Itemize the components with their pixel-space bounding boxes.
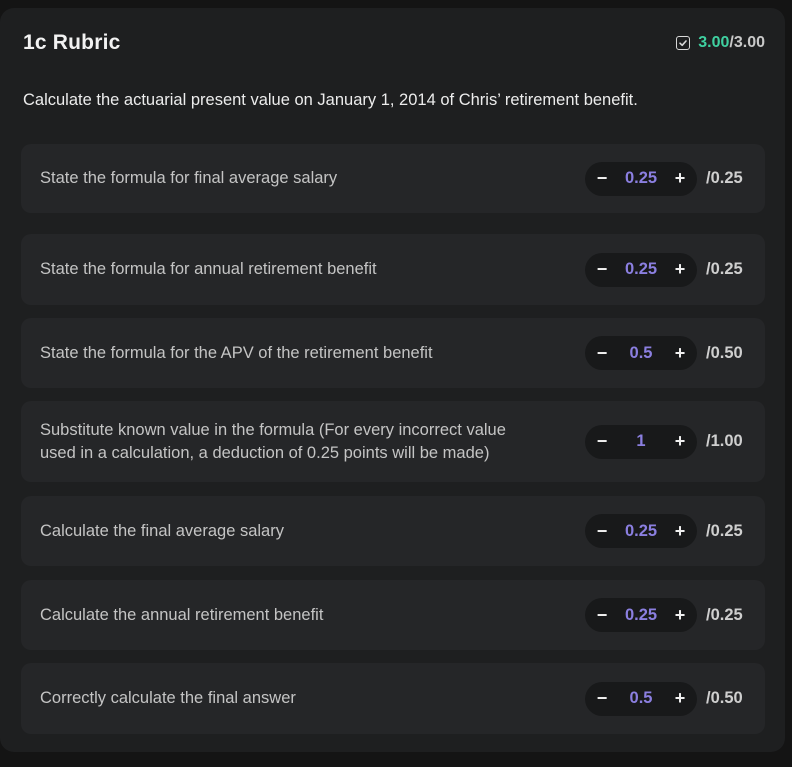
rubric-item-label: State the formula for final average sala…	[40, 169, 338, 187]
score-stepper: − 0.5 +	[585, 336, 697, 370]
rubric-header: 1c Rubric 3.00/3.00	[23, 28, 765, 58]
max-score: /0.50	[706, 689, 743, 707]
score-stepper: − 0.5 +	[585, 681, 697, 716]
rubric-item: Calculate the annual retirement benefit …	[21, 580, 765, 650]
rubric-item: State the formula for annual retirement …	[21, 234, 765, 305]
score-stepper: − 1 +	[585, 424, 697, 459]
max-score: /0.25	[706, 521, 743, 540]
decrement-button[interactable]: −	[595, 343, 609, 364]
increment-button[interactable]: +	[673, 343, 687, 364]
score-stepper: − 0.25 +	[585, 161, 697, 196]
total-score: 3.00/3.00	[676, 34, 765, 52]
rubric-item-label: Substitute known value in the formula (F…	[40, 420, 506, 462]
increment-button[interactable]: +	[673, 431, 687, 452]
decrement-button[interactable]: −	[595, 168, 609, 189]
rubric-item-label: State the formula for annual retirement …	[40, 260, 377, 278]
max-score: /0.25	[706, 605, 743, 624]
score-earned: 3.00	[698, 34, 730, 51]
rubric-item: Calculate the final average salary − 0.2…	[21, 496, 765, 566]
rubric-item: Substitute known value in the formula (F…	[21, 401, 765, 482]
decrement-button[interactable]: −	[595, 688, 609, 709]
rubric-panel: 1c Rubric 3.00/3.00 Calculate the actuar…	[0, 8, 785, 752]
score-value[interactable]: 0.25	[609, 260, 673, 279]
max-score: /1.00	[706, 432, 743, 450]
increment-button[interactable]: +	[673, 605, 687, 626]
increment-button[interactable]: +	[673, 168, 687, 189]
score-value[interactable]: 1	[609, 432, 673, 451]
question-text: Calculate the actuarial present value on…	[23, 91, 638, 109]
decrement-button[interactable]: −	[595, 605, 609, 626]
score-value[interactable]: 0.5	[609, 344, 673, 363]
score-value[interactable]: 0.25	[609, 169, 673, 188]
rubric-item: Correctly calculate the final answer − 0…	[21, 663, 765, 734]
score-stepper: − 0.25 +	[585, 252, 697, 287]
rubric-item: State the formula for final average sala…	[21, 144, 765, 213]
decrement-button[interactable]: −	[595, 431, 609, 452]
rubric-title: 1c Rubric	[23, 31, 121, 54]
score-value[interactable]: 0.5	[609, 689, 673, 708]
increment-button[interactable]: +	[673, 688, 687, 709]
increment-button[interactable]: +	[673, 521, 687, 542]
rubric-item-label: Correctly calculate the final answer	[40, 689, 296, 707]
rubric-item: State the formula for the APV of the ret…	[21, 318, 765, 388]
rubric-item-label: State the formula for the APV of the ret…	[40, 343, 433, 362]
score-value[interactable]: 0.25	[609, 606, 673, 625]
increment-button[interactable]: +	[673, 259, 687, 280]
max-score: /0.50	[706, 343, 743, 362]
checkbox-checked-icon	[676, 36, 691, 50]
score-stepper: − 0.25 +	[585, 514, 697, 548]
max-score: /0.25	[706, 260, 743, 278]
score-total: /3.00	[729, 34, 765, 51]
rubric-item-label: Calculate the final average salary	[40, 521, 284, 540]
decrement-button[interactable]: −	[595, 259, 609, 280]
decrement-button[interactable]: −	[595, 521, 609, 542]
score-value[interactable]: 0.25	[609, 522, 673, 541]
rubric-item-label: Calculate the annual retirement benefit	[40, 605, 324, 624]
max-score: /0.25	[706, 169, 743, 187]
score-stepper: − 0.25 +	[585, 598, 697, 632]
